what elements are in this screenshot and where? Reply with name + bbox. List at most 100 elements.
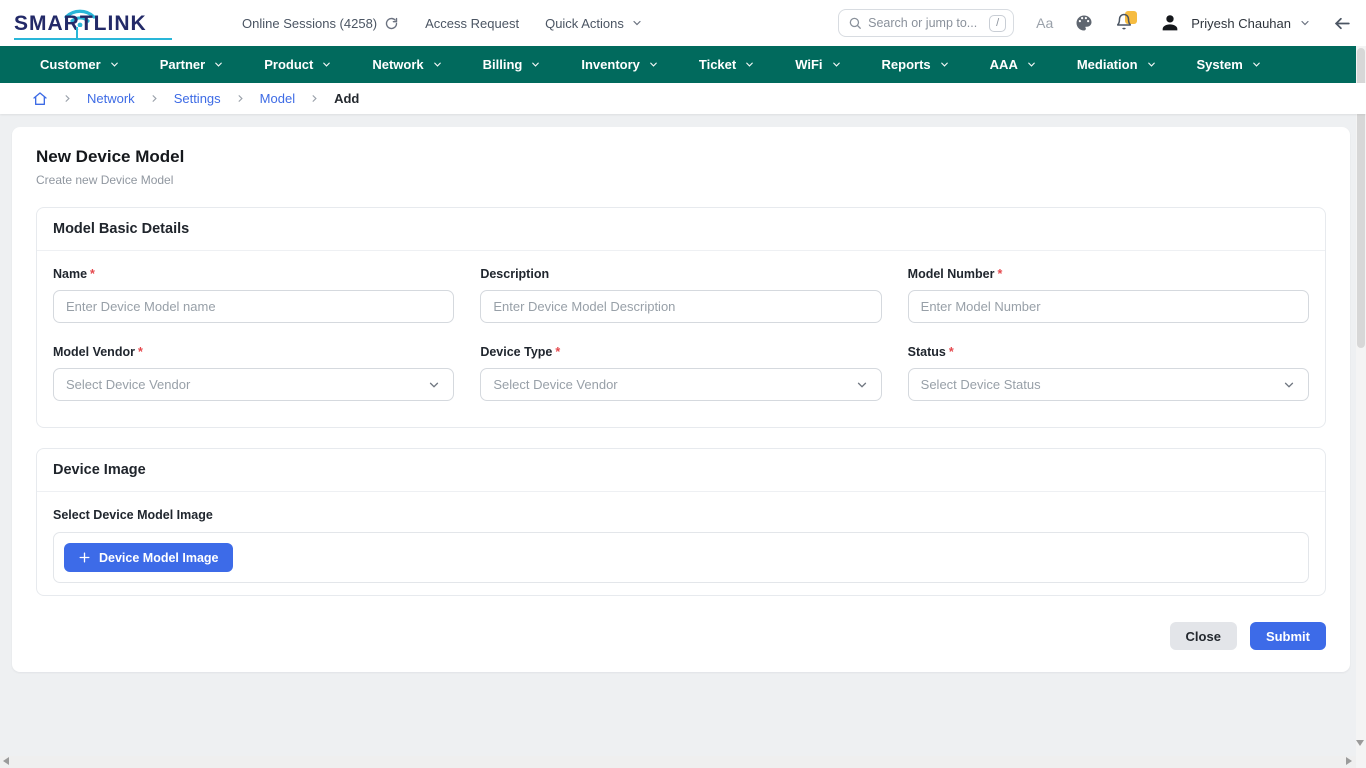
field-model-vendor: Model Vendor* Select Device Vendor <box>53 345 454 401</box>
device-model-image-button[interactable]: Device Model Image <box>64 543 233 572</box>
required-mark: * <box>997 267 1002 281</box>
vertical-scrollbar[interactable] <box>1356 46 1366 768</box>
device-type-select[interactable]: Select Device Vendor <box>480 368 881 401</box>
logo-text: SMARTLINK <box>14 12 147 36</box>
user-name: Priyesh Chauhan <box>1191 16 1291 31</box>
scroll-down-arrow-icon[interactable] <box>1356 740 1364 746</box>
field-label: Description <box>480 267 549 281</box>
model-basic-details-card: Model Basic Details Name* Description Mo… <box>36 207 1326 428</box>
breadcrumb-link-settings[interactable]: Settings <box>174 91 221 106</box>
chevron-down-icon <box>530 59 541 70</box>
nav-item-billing[interactable]: Billing <box>483 57 542 72</box>
model-vendor-select[interactable]: Select Device Vendor <box>53 368 454 401</box>
search-icon <box>848 16 862 30</box>
access-request-link[interactable]: Access Request <box>425 16 519 31</box>
app-viewport: SMARTLINK Online Sessions (4258) Access … <box>0 0 1366 768</box>
chevron-down-icon <box>1146 59 1157 70</box>
field-name: Name* <box>53 267 454 323</box>
chevron-down-icon <box>321 59 332 70</box>
chevron-down-icon <box>855 378 869 392</box>
nav-item-wifi[interactable]: WiFi <box>795 57 841 72</box>
chevron-down-icon <box>1282 378 1296 392</box>
field-label: Name <box>53 267 87 281</box>
refresh-icon[interactable] <box>384 16 399 31</box>
nav-item-ticket[interactable]: Ticket <box>699 57 755 72</box>
field-label: Status <box>908 345 946 359</box>
logo-upline <box>76 27 78 39</box>
nav-item-product[interactable]: Product <box>264 57 332 72</box>
chevron-down-icon <box>631 17 643 29</box>
page-content: New Device Model Create new Device Model… <box>0 114 1366 672</box>
breadcrumb-separator-icon <box>62 93 73 104</box>
nav-item-system[interactable]: System <box>1197 57 1262 72</box>
theme-palette-icon[interactable] <box>1075 14 1093 32</box>
top-header: SMARTLINK Online Sessions (4258) Access … <box>0 0 1366 46</box>
card-title: Device Image <box>37 449 1325 492</box>
quick-actions-label: Quick Actions <box>545 16 624 31</box>
breadcrumb: Network Settings Model Add <box>0 83 1366 114</box>
chevron-down-icon <box>427 378 441 392</box>
model-number-input[interactable] <box>908 290 1309 323</box>
font-size-toggle[interactable]: Aa <box>1036 15 1053 31</box>
chevron-down-icon <box>109 59 120 70</box>
chevron-down-icon <box>744 59 755 70</box>
required-mark: * <box>555 345 560 359</box>
breadcrumb-separator-icon <box>309 93 320 104</box>
description-input[interactable] <box>480 290 881 323</box>
chevron-down-icon <box>1026 59 1037 70</box>
search-shortcut-badge: / <box>989 15 1006 32</box>
field-status: Status* Select Device Status <box>908 345 1309 401</box>
search-input[interactable] <box>868 16 983 30</box>
access-request-label: Access Request <box>425 16 519 31</box>
back-arrow-icon[interactable] <box>1333 14 1352 33</box>
online-sessions-label: Online Sessions (4258) <box>242 16 377 31</box>
chevron-down-icon <box>648 59 659 70</box>
home-icon[interactable] <box>32 91 48 107</box>
chevron-down-icon <box>939 59 950 70</box>
nav-item-reports[interactable]: Reports <box>882 57 950 72</box>
breadcrumb-current: Add <box>334 91 359 106</box>
chevron-down-icon <box>213 59 224 70</box>
user-menu[interactable]: Priyesh Chauhan <box>1157 10 1311 36</box>
chevron-down-icon <box>831 59 842 70</box>
page-subtitle: Create new Device Model <box>36 173 1326 187</box>
required-mark: * <box>90 267 95 281</box>
submit-button[interactable]: Submit <box>1250 622 1326 650</box>
field-label: Device Type <box>480 345 552 359</box>
breadcrumb-link-network[interactable]: Network <box>87 91 135 106</box>
nav-item-customer[interactable]: Customer <box>40 57 120 72</box>
logo-underline <box>14 38 172 40</box>
breadcrumb-link-model[interactable]: Model <box>260 91 295 106</box>
global-search[interactable]: / <box>838 9 1014 37</box>
scroll-right-arrow-icon[interactable] <box>1346 757 1352 765</box>
plus-icon <box>78 551 91 564</box>
breadcrumb-separator-icon <box>149 93 160 104</box>
name-input[interactable] <box>53 290 454 323</box>
field-label: Model Number <box>908 267 995 281</box>
breadcrumb-separator-icon <box>235 93 246 104</box>
chevron-down-icon <box>432 59 443 70</box>
nav-item-aaa[interactable]: AAA <box>990 57 1037 72</box>
field-model-number: Model Number* <box>908 267 1309 323</box>
device-image-upload-box: Device Model Image <box>53 532 1309 583</box>
card-title: Model Basic Details <box>37 208 1325 251</box>
horizontal-scrollbar[interactable] <box>0 756 1356 768</box>
nav-item-inventory[interactable]: Inventory <box>581 57 659 72</box>
nav-item-network[interactable]: Network <box>372 57 442 72</box>
nav-item-mediation[interactable]: Mediation <box>1077 57 1157 72</box>
field-description: Description <box>480 267 881 323</box>
field-device-type: Device Type* Select Device Vendor <box>480 345 881 401</box>
field-label: Model Vendor <box>53 345 135 359</box>
chevron-down-icon <box>1299 17 1311 29</box>
online-sessions-link[interactable]: Online Sessions (4258) <box>242 16 399 31</box>
quick-actions-menu[interactable]: Quick Actions <box>545 16 643 31</box>
status-select[interactable]: Select Device Status <box>908 368 1309 401</box>
notifications-bell-icon[interactable] <box>1115 13 1135 33</box>
device-image-label: Select Device Model Image <box>53 508 1319 522</box>
device-image-card: Device Image Select Device Model Image D… <box>36 448 1326 596</box>
scroll-left-arrow-icon[interactable] <box>3 757 9 765</box>
page-title: New Device Model <box>36 147 1326 167</box>
smartlink-logo[interactable]: SMARTLINK <box>12 3 180 43</box>
nav-item-partner[interactable]: Partner <box>160 57 225 72</box>
close-button[interactable]: Close <box>1170 622 1237 650</box>
